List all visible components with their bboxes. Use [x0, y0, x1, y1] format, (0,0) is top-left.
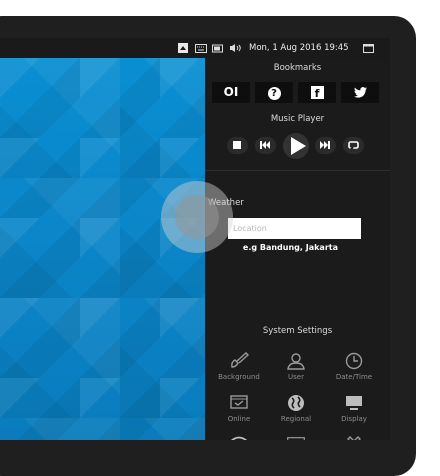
divider — [205, 170, 390, 171]
play-icon — [291, 137, 306, 155]
clock-datetime[interactable]: Mon, 1 Aug 2016 19:45 — [249, 38, 349, 58]
wifi-icon — [230, 436, 248, 440]
keyboard-indicator-icon[interactable] — [195, 38, 207, 58]
music-player-title: Music Player — [270, 114, 325, 124]
desktop-wallpaper[interactable] — [0, 58, 205, 440]
setting-label: User — [288, 373, 304, 381]
window-icon[interactable] — [363, 38, 374, 58]
twitter-icon — [353, 87, 367, 98]
bookmark-opera-button[interactable]: OI — [212, 82, 250, 103]
repeat-icon — [348, 141, 359, 150]
notification-icon[interactable] — [178, 38, 188, 58]
setting-label: Online — [227, 415, 251, 423]
setting-label: Background — [218, 373, 260, 381]
setting-label: Regional — [280, 415, 312, 423]
next-button[interactable] — [315, 137, 336, 154]
setting-regional[interactable]: Regional — [268, 392, 324, 423]
clock-icon — [345, 352, 363, 370]
previous-icon — [260, 141, 270, 149]
bookmark-facebook-button[interactable]: f — [298, 82, 336, 103]
bookmark-help-button[interactable]: ? — [255, 82, 293, 103]
stop-icon — [233, 141, 241, 149]
bookmark-twitter-button[interactable] — [341, 82, 379, 103]
screen: Mon, 1 Aug 2016 19:45 Bookmarks OI ? f M… — [0, 38, 390, 440]
user-icon — [287, 353, 305, 370]
setting-display[interactable]: Display — [326, 392, 382, 423]
next-icon — [320, 141, 330, 149]
setting-online[interactable]: Online — [211, 392, 267, 423]
setting-label: Date/Time — [335, 373, 373, 381]
globe-icon — [288, 395, 304, 411]
side-panel: Bookmarks OI ? f Music Player Weather Lo… — [205, 58, 390, 440]
stop-button[interactable] — [227, 137, 248, 154]
facebook-icon: f — [310, 86, 324, 100]
monitor-icon — [346, 396, 362, 410]
setting-datetime[interactable]: Date/Time — [326, 350, 382, 381]
play-button[interactable] — [283, 133, 309, 159]
repeat-button[interactable] — [343, 137, 364, 154]
tools-icon — [347, 436, 361, 440]
setting-label: Display — [341, 415, 367, 423]
battery-icon[interactable] — [212, 38, 224, 58]
online-icon — [230, 395, 248, 409]
help-icon: ? — [267, 87, 281, 100]
previous-button[interactable] — [255, 137, 276, 154]
location-input[interactable] — [228, 218, 361, 239]
setting-keyboard[interactable] — [268, 432, 324, 440]
paint-icon — [231, 352, 249, 368]
setting-wifi[interactable] — [211, 432, 267, 440]
setting-user[interactable]: User — [268, 350, 324, 381]
volume-icon[interactable] — [229, 38, 241, 58]
opera-icon: OI — [223, 85, 239, 99]
setting-tools[interactable] — [326, 432, 382, 440]
touch-indicator-center — [175, 195, 219, 239]
status-bar: Mon, 1 Aug 2016 19:45 — [0, 38, 390, 58]
location-hint: e.g Bandung, Jakarta — [242, 243, 338, 252]
bookmarks-title: Bookmarks — [273, 63, 322, 73]
setting-background[interactable]: Background — [211, 350, 267, 381]
system-settings-title: System Settings — [262, 326, 333, 336]
